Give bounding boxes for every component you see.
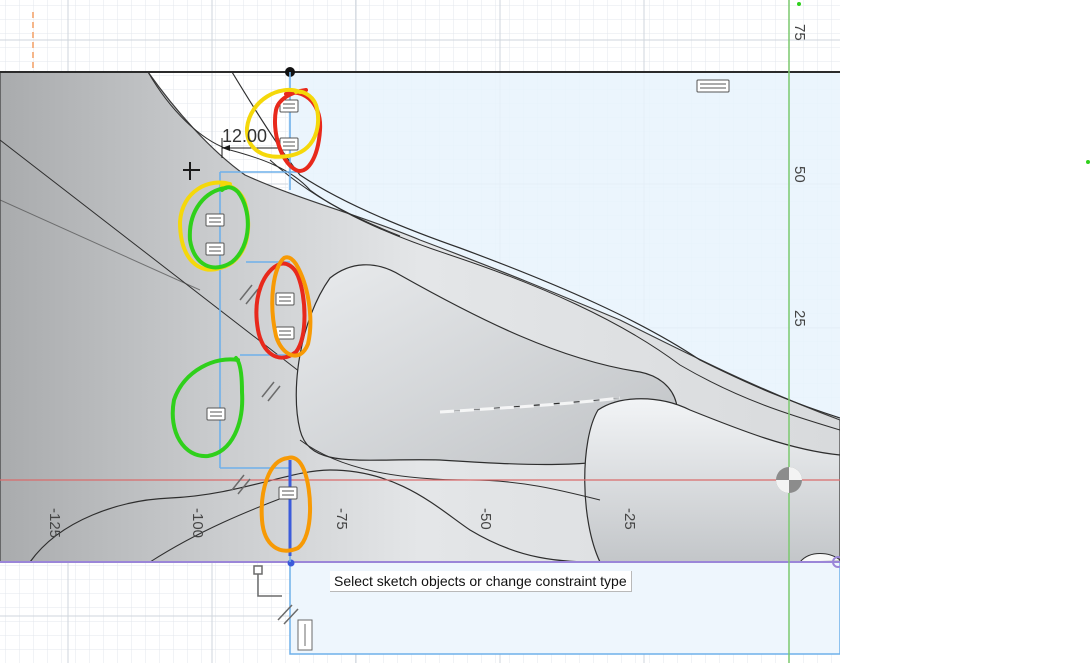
axis-label-h: -75 xyxy=(333,508,350,530)
axis-label-h: -50 xyxy=(477,508,494,530)
y-axis-end-dot xyxy=(797,2,801,6)
stray-dot xyxy=(1086,160,1090,164)
tooltip: Select sketch objects or change constrai… xyxy=(330,571,632,592)
sketch-point[interactable] xyxy=(287,559,295,567)
axis-label-h: -125 xyxy=(46,508,63,538)
axis-label-h: -25 xyxy=(621,508,638,530)
empty-margin xyxy=(840,0,1090,663)
axis-label-v: 75 xyxy=(791,24,808,41)
axis-label-h: -100 xyxy=(189,508,206,538)
axis-label-v: 50 xyxy=(791,166,808,183)
dimension-value[interactable]: 12.00 xyxy=(222,126,267,146)
fixed-constraint-icon[interactable] xyxy=(297,619,313,651)
axis-label-v: 25 xyxy=(791,310,808,327)
sketch-canvas[interactable]: -125 -100 -75 -50 -25 75 50 25 12.00 xyxy=(0,0,840,663)
origin-icon[interactable] xyxy=(776,467,802,493)
sketch-svg[interactable]: -125 -100 -75 -50 -25 75 50 25 12.00 xyxy=(0,0,840,663)
